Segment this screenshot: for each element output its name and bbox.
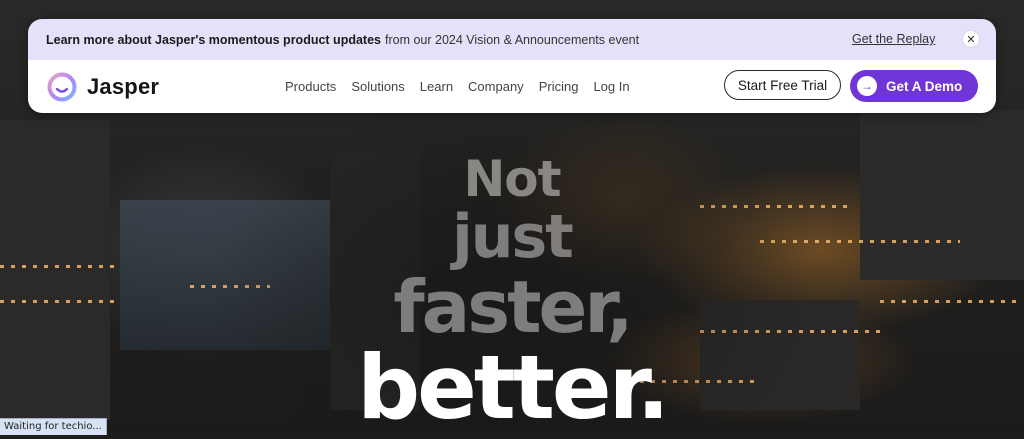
nav-item-pricing[interactable]: Pricing (539, 79, 579, 94)
nav-item-solutions[interactable]: Solutions (351, 79, 404, 94)
nav-item-log-in[interactable]: Log In (593, 79, 629, 94)
get-a-demo-label: Get A Demo (886, 78, 963, 94)
brand-name: Jasper (87, 74, 160, 99)
hero-line-2: just (452, 202, 574, 272)
arrow-right-icon: → (857, 76, 877, 96)
close-icon: ✕ (966, 33, 976, 46)
main-navbar: Jasper Products Solutions Learn Company … (28, 60, 996, 113)
start-free-trial-button[interactable]: Start Free Trial (724, 70, 841, 100)
jasper-smile-ring-icon (47, 72, 77, 102)
site-header: Learn more about Jasper's momentous prod… (28, 19, 996, 113)
nav-item-company[interactable]: Company (468, 79, 524, 94)
nav-item-products[interactable]: Products (285, 79, 336, 94)
hero-line-1: Not (463, 150, 561, 208)
close-announcement-button[interactable]: ✕ (963, 31, 979, 47)
start-free-trial-label: Start Free Trial (737, 77, 828, 93)
browser-status-bar: Waiting for techio... (0, 418, 107, 435)
jasper-logo-link[interactable]: Jasper (46, 71, 159, 103)
announcement-detail: from our 2024 Vision & Announcements eve… (384, 32, 640, 47)
get-a-demo-button[interactable]: → Get A Demo (850, 70, 978, 102)
get-replay-link[interactable]: Get the Replay (852, 32, 935, 46)
hero-line-4: better. (357, 336, 670, 439)
announcement-headline: Learn more about Jasper's momentous prod… (46, 32, 381, 47)
primary-nav: Products Solutions Learn Company Pricing… (285, 79, 630, 94)
nav-item-learn[interactable]: Learn (420, 79, 453, 94)
announcement-bar: Learn more about Jasper's momentous prod… (28, 19, 996, 60)
